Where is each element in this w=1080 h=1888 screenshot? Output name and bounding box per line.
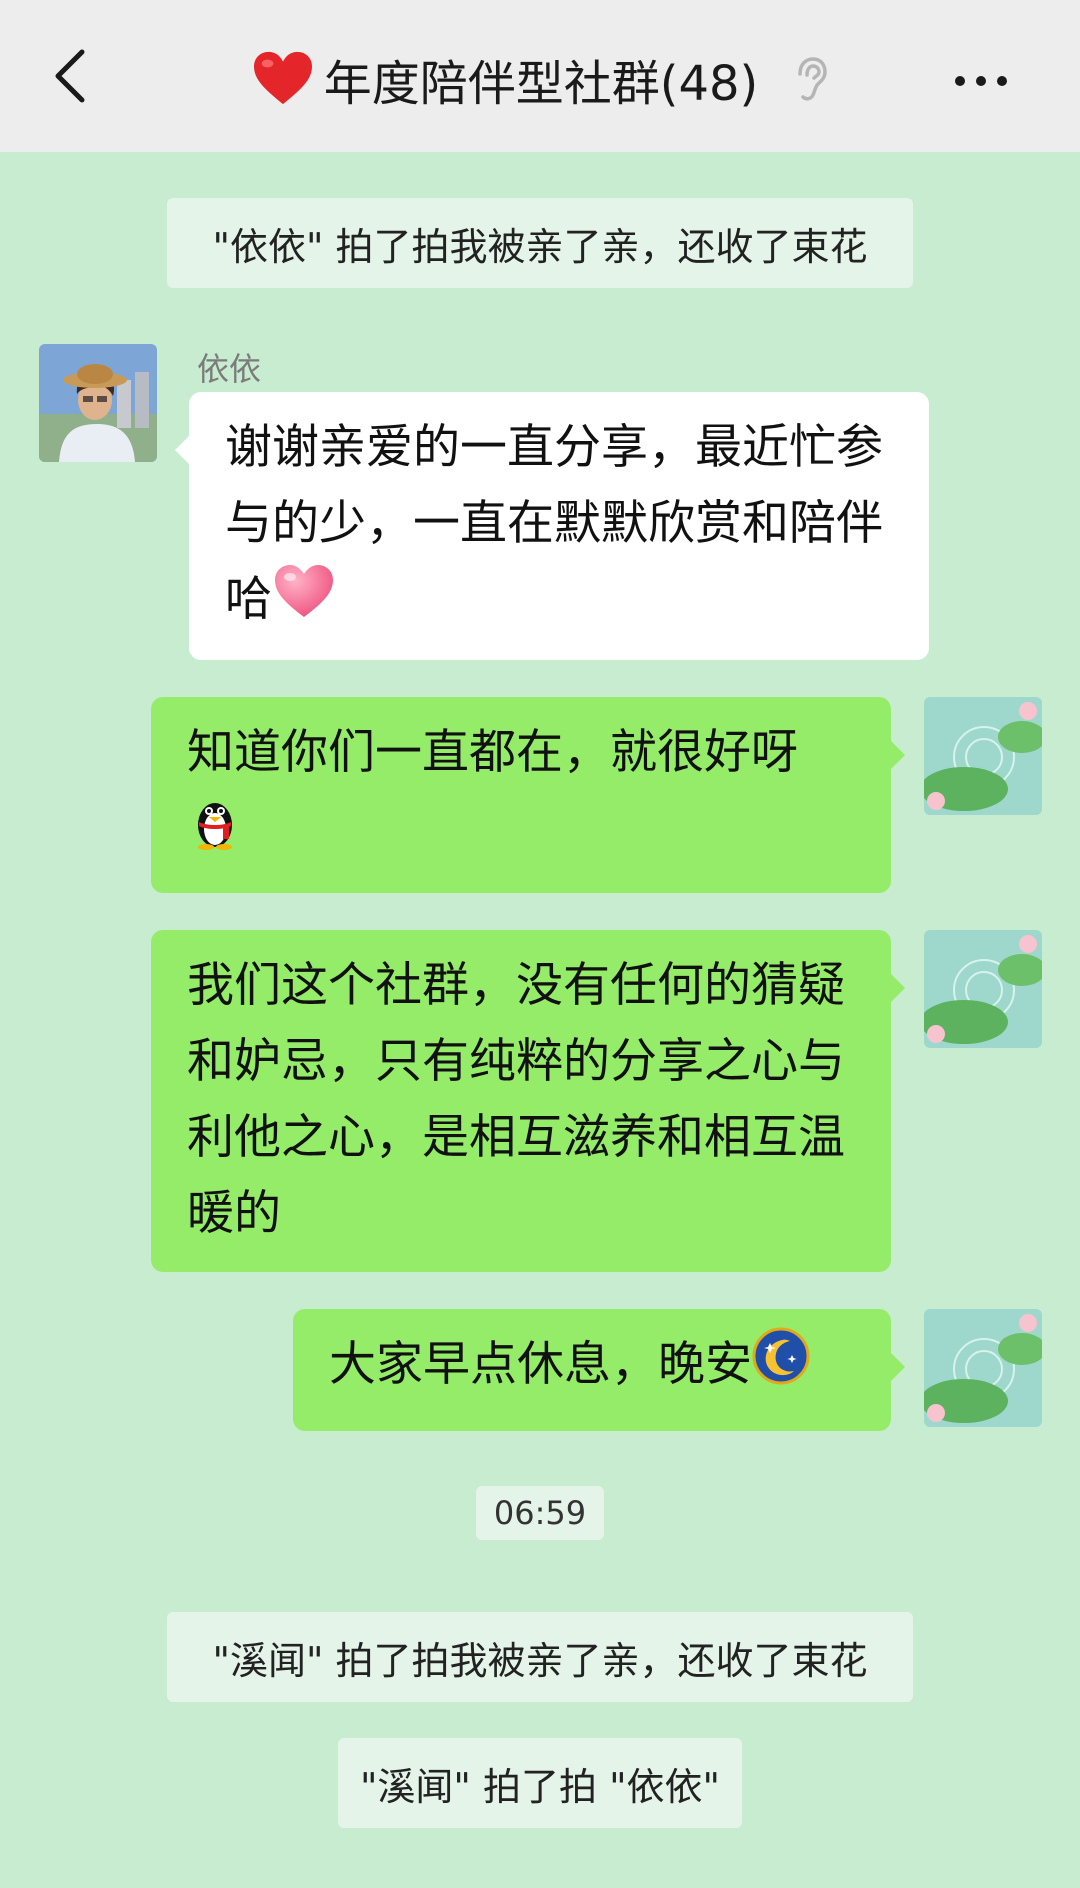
- red-heart-icon: [253, 51, 312, 105]
- more-dots-icon: [955, 76, 1007, 86]
- more-options-button[interactable]: [936, 56, 1026, 106]
- message-text: 知道你们一直都在，就很好呀: [187, 725, 798, 780]
- lotus-avatar-image: [924, 697, 1042, 815]
- message-bubble-outgoing[interactable]: 知道你们一直都在，就很好呀: [151, 697, 905, 893]
- message-bubble-incoming[interactable]: 谢谢亲爱的一直分享，最近忙参与的少，一直在默默欣赏和陪伴哈: [175, 392, 929, 660]
- system-message-pat: "溪闻" 拍了拍我被亲了亲，还收了束花: [167, 1612, 913, 1702]
- message-text: 我们这个社群，没有任何的猜疑和妒忌，只有纯粹的分享之心与利他之心，是相互滋养和相…: [187, 958, 845, 1241]
- lotus-avatar-image: [924, 930, 1042, 1048]
- message-bubble-outgoing[interactable]: 大家早点休息，晚安: [293, 1309, 905, 1431]
- message-text: 大家早点休息，晚安: [329, 1337, 752, 1392]
- chat-title: 年度陪伴型社群(48): [323, 56, 759, 112]
- timestamp-text: 06:59: [493, 1494, 587, 1532]
- lotus-avatar-image: [924, 1309, 1042, 1427]
- system-message-pat: "溪闻" 拍了拍 "依依": [338, 1738, 742, 1828]
- moon-stars-icon: [752, 1327, 810, 1408]
- sender-name: 依依: [197, 350, 262, 388]
- system-message-text: "溪闻" 拍了拍 "依依": [359, 1764, 721, 1809]
- system-message-pat: "依依" 拍了拍我被亲了亲，还收了束花: [167, 198, 913, 288]
- pink-heart-icon: [272, 562, 336, 643]
- chat-header: 年度陪伴型社群(48): [0, 0, 1080, 152]
- system-message-text: "依依" 拍了拍我被亲了亲，还收了束花: [212, 224, 868, 269]
- ear-icon: [798, 57, 828, 101]
- qq-penguin-icon: [187, 791, 243, 874]
- message-bubble-outgoing[interactable]: 我们这个社群，没有任何的猜疑和妒忌，只有纯粹的分享之心与利他之心，是相互滋养和相…: [151, 930, 905, 1272]
- system-message-text: "溪闻" 拍了拍我被亲了亲，还收了束花: [212, 1638, 868, 1683]
- timestamp: 06:59: [476, 1486, 604, 1540]
- avatar-self[interactable]: [924, 930, 1042, 1048]
- chat-title-area[interactable]: 年度陪伴型社群(48): [0, 44, 1080, 114]
- avatar-self[interactable]: [924, 697, 1042, 815]
- avatar-photo: [39, 344, 157, 462]
- avatar-yiyi[interactable]: [39, 344, 157, 462]
- avatar-self[interactable]: [924, 1309, 1042, 1427]
